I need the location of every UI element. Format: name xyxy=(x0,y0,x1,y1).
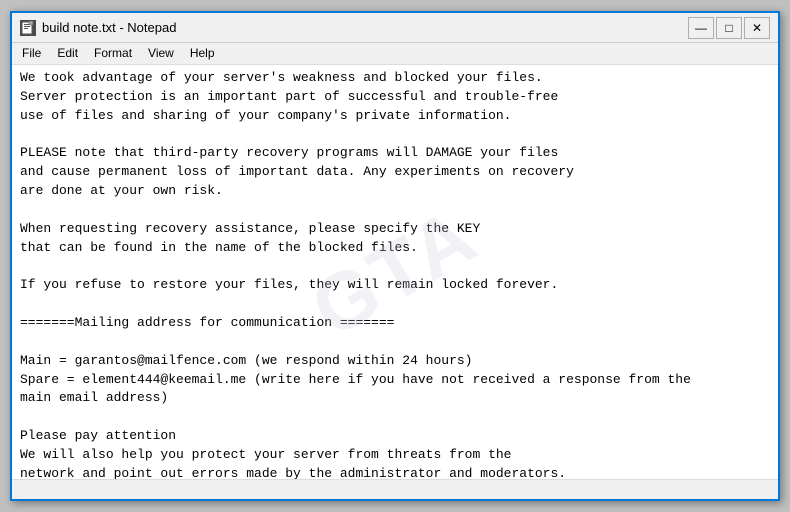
window-title: build note.txt - Notepad xyxy=(42,20,176,35)
menu-view[interactable]: View xyxy=(142,45,180,62)
maximize-button[interactable]: □ xyxy=(716,17,742,39)
notepad-text: We took advantage of your server's weakn… xyxy=(20,69,770,479)
notepad-window: build note.txt - Notepad — □ ✕ File Edit… xyxy=(10,11,780,501)
title-bar-left: build note.txt - Notepad xyxy=(20,20,176,36)
close-button[interactable]: ✕ xyxy=(744,17,770,39)
status-bar xyxy=(12,479,778,499)
menu-help[interactable]: Help xyxy=(184,45,221,62)
menu-bar: File Edit Format View Help xyxy=(12,43,778,65)
window-controls: — □ ✕ xyxy=(688,17,770,39)
menu-format[interactable]: Format xyxy=(88,45,138,62)
title-bar: build note.txt - Notepad — □ ✕ xyxy=(12,13,778,43)
text-content-area[interactable]: GTA We took advantage of your server's w… xyxy=(12,65,778,479)
minimize-button[interactable]: — xyxy=(688,17,714,39)
menu-file[interactable]: File xyxy=(16,45,47,62)
menu-edit[interactable]: Edit xyxy=(51,45,84,62)
notepad-icon xyxy=(20,20,36,36)
